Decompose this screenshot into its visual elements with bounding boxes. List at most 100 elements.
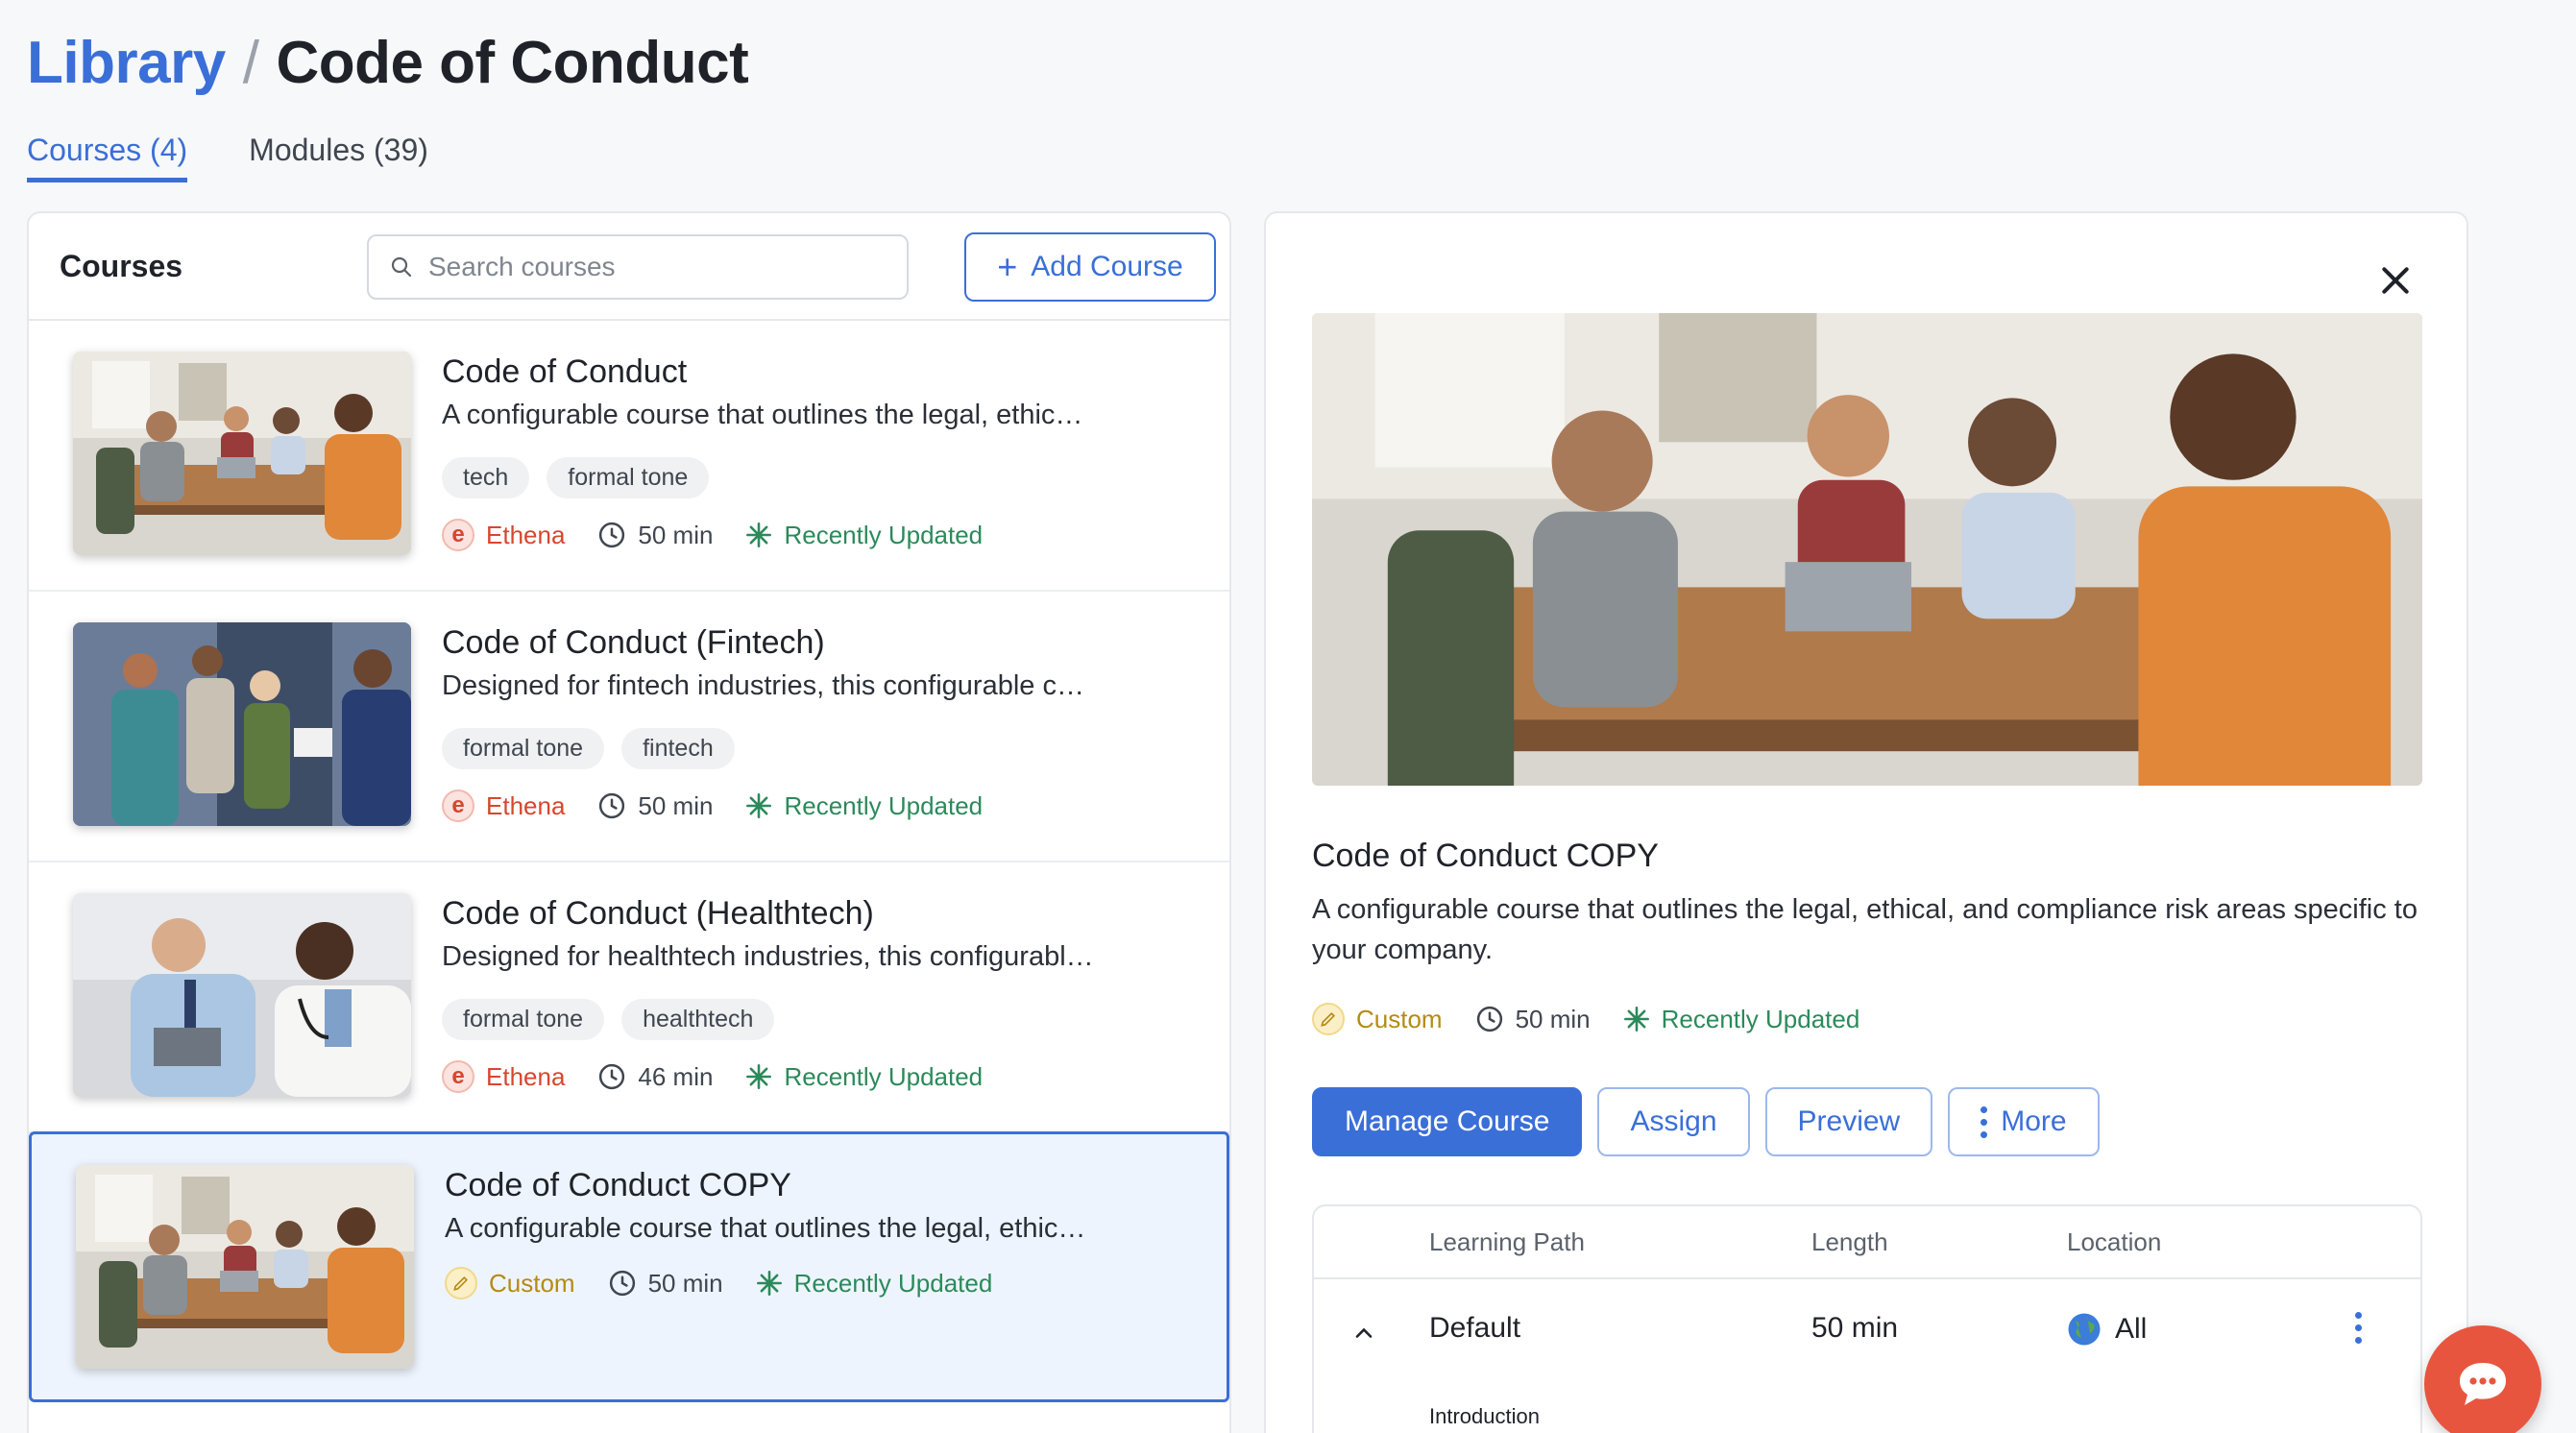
tab-courses[interactable]: Courses (4) bbox=[27, 133, 188, 182]
course-thumbnail bbox=[73, 352, 411, 555]
search-input[interactable] bbox=[428, 252, 870, 282]
course-status: Recently Updated bbox=[793, 1268, 993, 1298]
course-description: Designed for fintech industries, this co… bbox=[442, 670, 1084, 701]
tab-modules[interactable]: Modules (39) bbox=[249, 133, 428, 182]
clock-icon bbox=[609, 1270, 635, 1297]
tab-bar: Courses (4) Modules (39) bbox=[27, 133, 428, 182]
more-label: More bbox=[2001, 1105, 2067, 1137]
course-title: Code of Conduct (Fintech) bbox=[442, 624, 825, 661]
course-title: Code of Conduct COPY bbox=[445, 1167, 791, 1203]
detail-status: Recently Updated bbox=[1661, 1004, 1860, 1033]
tag-chip: healthtech bbox=[621, 999, 775, 1040]
column-learning-path: Learning Path bbox=[1429, 1227, 1585, 1256]
globe-icon bbox=[2068, 1313, 2101, 1346]
detail-meta: Custom 50 min Recently Updated bbox=[1312, 1003, 1859, 1035]
sparkle-icon bbox=[756, 1271, 782, 1296]
column-length: Length bbox=[1811, 1227, 1888, 1256]
course-author: Ethena bbox=[486, 520, 566, 549]
course-meta: e Ethena 46 min Recently Updated bbox=[442, 1060, 983, 1093]
add-course-button[interactable]: + Add Course bbox=[964, 232, 1216, 302]
breadcrumb: Library / Code of Conduct bbox=[27, 29, 749, 97]
course-thumbnail bbox=[73, 893, 411, 1097]
course-status: Recently Updated bbox=[784, 520, 984, 549]
learning-path-sub-item: Introduction bbox=[1429, 1404, 1540, 1428]
course-tags: formal tone healthtech bbox=[442, 999, 775, 1040]
course-thumbnail bbox=[73, 622, 411, 826]
learning-path-length: 50 min bbox=[1811, 1312, 1899, 1344]
course-tags: formal tone fintech bbox=[442, 728, 735, 769]
course-duration: 46 min bbox=[638, 1061, 714, 1091]
search-icon bbox=[391, 256, 412, 278]
clock-icon bbox=[599, 1063, 625, 1090]
course-author: Ethena bbox=[486, 790, 566, 820]
pencil-icon bbox=[1312, 1003, 1345, 1035]
course-title: Code of Conduct bbox=[442, 353, 688, 390]
course-item[interactable]: Code of Conduct (Healthtech) Designed fo… bbox=[29, 862, 1229, 1133]
courses-panel-header: Courses + Add Course bbox=[29, 213, 1229, 321]
course-meta: e Ethena 50 min Recently Updated bbox=[442, 519, 983, 551]
breadcrumb-library-link[interactable]: Library bbox=[27, 29, 226, 97]
course-status: Recently Updated bbox=[784, 1061, 984, 1091]
breadcrumb-separator: / bbox=[242, 30, 259, 96]
row-options-icon[interactable] bbox=[2355, 1312, 2362, 1344]
table-row[interactable]: Default 50 min All bbox=[1314, 1279, 2420, 1385]
tag-chip: tech bbox=[442, 457, 530, 498]
clock-icon bbox=[599, 522, 625, 548]
course-item[interactable]: Code of Conduct A configurable course th… bbox=[29, 321, 1229, 592]
search-box[interactable] bbox=[367, 234, 909, 300]
course-detail-panel: Code of Conduct COPY A configurable cour… bbox=[1264, 211, 2468, 1433]
course-item[interactable]: Code of Conduct (Fintech) Designed for f… bbox=[29, 592, 1229, 862]
course-duration: 50 min bbox=[638, 520, 714, 549]
sparkle-icon bbox=[746, 522, 772, 547]
course-meta: e Ethena 50 min Recently Updated bbox=[442, 789, 983, 822]
course-tags: tech formal tone bbox=[442, 457, 710, 498]
manage-course-button[interactable]: Manage Course bbox=[1312, 1087, 1583, 1156]
ethena-logo-icon: e bbox=[442, 1060, 474, 1093]
more-button[interactable]: More bbox=[1948, 1087, 2100, 1156]
learning-path-location: All bbox=[2115, 1313, 2148, 1345]
learning-path-table: Learning Path Length Location Default 50… bbox=[1312, 1204, 2422, 1433]
detail-duration: 50 min bbox=[1515, 1004, 1591, 1033]
close-icon[interactable] bbox=[2376, 261, 2415, 300]
course-title: Code of Conduct (Healthtech) bbox=[442, 895, 874, 932]
detail-author: Custom bbox=[1356, 1004, 1443, 1033]
course-status: Recently Updated bbox=[784, 790, 984, 820]
course-description: Designed for healthtech industries, this… bbox=[442, 941, 1094, 972]
page-header: Library / Code of Conduct bbox=[27, 29, 749, 97]
course-thumbnail bbox=[76, 1165, 414, 1369]
add-course-label: Add Course bbox=[1031, 251, 1183, 282]
tag-chip: formal tone bbox=[442, 728, 605, 769]
course-author: Ethena bbox=[486, 1061, 566, 1091]
pencil-icon bbox=[445, 1267, 477, 1299]
detail-description: A configurable course that outlines the … bbox=[1312, 894, 2418, 965]
ethena-logo-icon: e bbox=[442, 789, 474, 822]
tag-chip: fintech bbox=[621, 728, 735, 769]
course-item-selected[interactable]: Code of Conduct COPY A configurable cour… bbox=[29, 1131, 1229, 1402]
sparkle-icon bbox=[1623, 1007, 1649, 1032]
course-duration: 50 min bbox=[647, 1268, 723, 1298]
chevron-up-icon[interactable] bbox=[1350, 1320, 1377, 1347]
column-location: Location bbox=[2067, 1227, 2162, 1256]
assign-button[interactable]: Assign bbox=[1597, 1087, 1750, 1156]
chat-button[interactable] bbox=[2424, 1325, 2541, 1433]
courses-panel-title: Courses bbox=[60, 248, 183, 283]
plus-icon: + bbox=[997, 247, 1018, 286]
detail-title: Code of Conduct COPY bbox=[1312, 838, 1659, 874]
courses-panel: Courses + Add Course Code of Conduct A c… bbox=[27, 211, 1231, 1433]
course-description: A configurable course that outlines the … bbox=[442, 400, 1083, 430]
preview-button[interactable]: Preview bbox=[1764, 1087, 1933, 1156]
sparkle-icon bbox=[746, 1064, 772, 1089]
sparkle-icon bbox=[746, 793, 772, 818]
detail-actions: Manage Course Assign Preview More bbox=[1312, 1087, 2100, 1156]
course-author: Custom bbox=[489, 1268, 575, 1298]
course-duration: 50 min bbox=[638, 790, 714, 820]
page-title: Code of Conduct bbox=[276, 30, 749, 96]
ethena-logo-icon: e bbox=[442, 519, 474, 551]
tag-chip: formal tone bbox=[442, 999, 605, 1040]
clock-icon bbox=[599, 792, 625, 819]
kebab-icon bbox=[1981, 1105, 1988, 1138]
course-description: A configurable course that outlines the … bbox=[445, 1213, 1086, 1244]
learning-path-name: Default bbox=[1429, 1312, 1521, 1344]
clock-icon bbox=[1476, 1006, 1502, 1032]
chat-bubble-icon bbox=[2460, 1363, 2506, 1405]
